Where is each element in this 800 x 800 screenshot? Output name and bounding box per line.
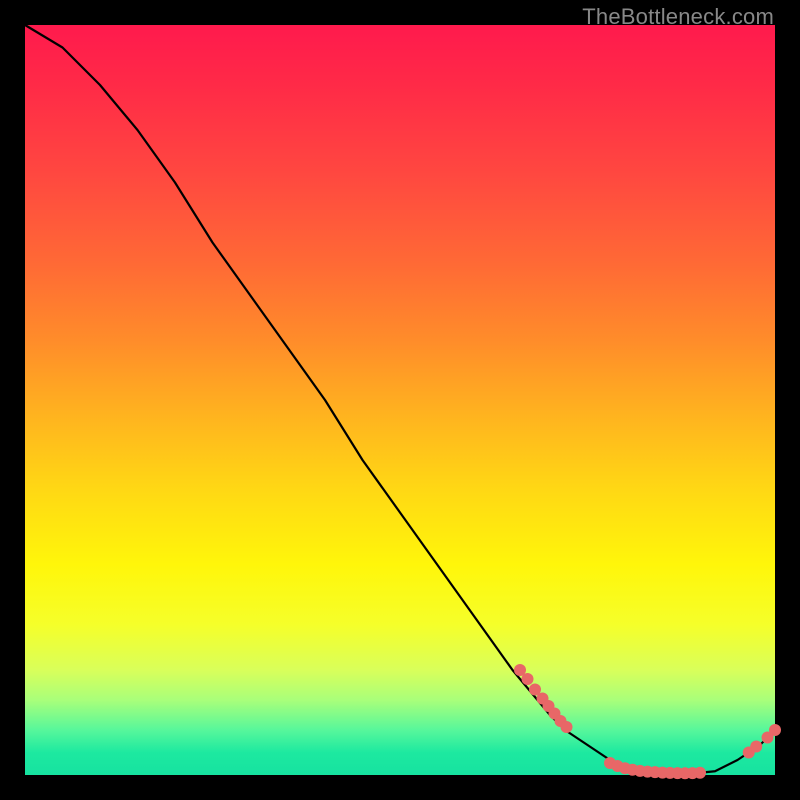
clump-valley-13 bbox=[694, 767, 706, 779]
right-up-2 bbox=[750, 741, 762, 753]
cluster-left-8 bbox=[561, 721, 573, 733]
chart-frame: TheBottleneck.com bbox=[0, 0, 800, 800]
chart-overlay bbox=[25, 25, 775, 775]
curve-line bbox=[25, 25, 775, 774]
cluster-left-2 bbox=[522, 673, 534, 685]
right-up-4 bbox=[769, 724, 781, 736]
watermark-text: TheBottleneck.com bbox=[582, 4, 774, 30]
markers-group bbox=[514, 664, 781, 779]
